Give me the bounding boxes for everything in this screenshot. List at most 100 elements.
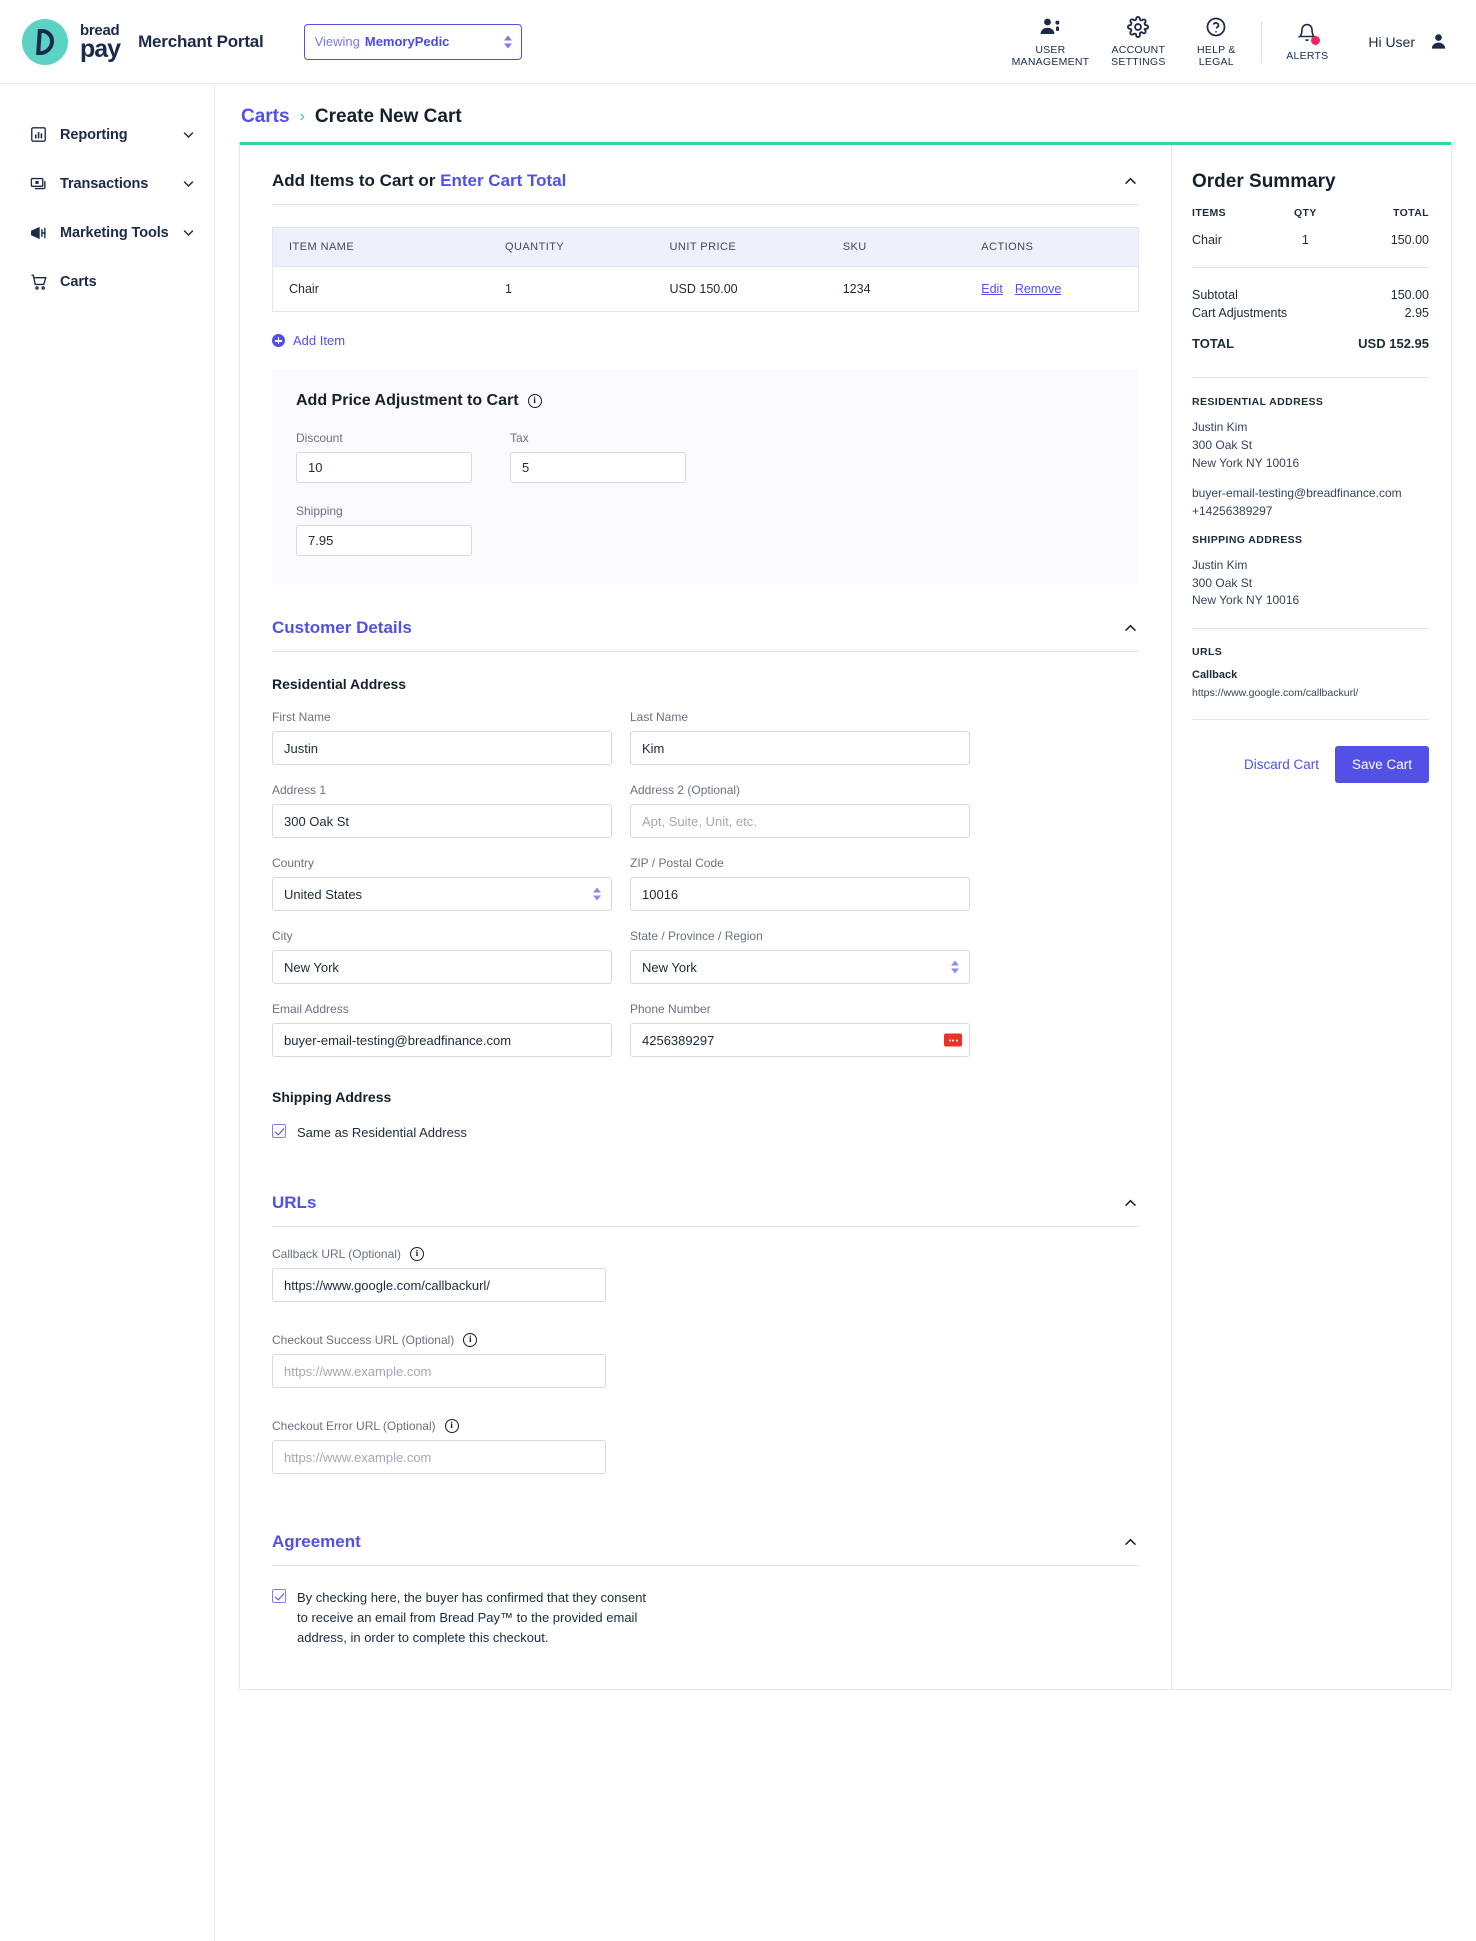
zip-label: ZIP / Postal Code bbox=[630, 856, 724, 870]
collapse-items-caret-icon[interactable] bbox=[1122, 173, 1139, 190]
email-field[interactable] bbox=[272, 1023, 612, 1057]
save-cart-button[interactable]: Save Cart bbox=[1334, 746, 1429, 783]
help-legal-label-line2: LEGAL bbox=[1198, 56, 1234, 68]
last-name-input[interactable] bbox=[630, 731, 970, 765]
urls-title[interactable]: URLs bbox=[272, 1193, 316, 1213]
zip-input[interactable] bbox=[630, 877, 970, 911]
users-icon bbox=[1039, 15, 1062, 39]
tax-input[interactable] bbox=[510, 452, 686, 483]
portal-title: Merchant Portal bbox=[138, 31, 264, 51]
merchant-viewing-select[interactable]: Viewing MemoryPedic bbox=[303, 23, 522, 60]
alerts-button[interactable]: ALERTS bbox=[1268, 21, 1346, 62]
info-icon[interactable]: i bbox=[444, 1419, 459, 1434]
state-select-wrapper[interactable] bbox=[630, 950, 970, 984]
summary-item-total: 150.00 bbox=[1390, 233, 1429, 247]
tax-field-group: Tax bbox=[510, 431, 686, 483]
avatar-person-icon bbox=[1429, 32, 1448, 51]
customer-details-section: Customer Details Residential Address Fir… bbox=[272, 618, 1139, 1143]
create-cart-card: Add Items to Cart or Enter Cart Total IT… bbox=[239, 142, 1452, 1690]
breadcrumb-carts-link[interactable]: Carts bbox=[241, 106, 290, 128]
account-settings-button[interactable]: ACCOUNT SETTINGS bbox=[1099, 15, 1177, 69]
user-management-label-line2: MANAGEMENT bbox=[1011, 56, 1090, 68]
summary-col-items: ITEMS bbox=[1192, 207, 1227, 219]
address2-input[interactable] bbox=[630, 804, 970, 838]
breadcrumb-separator-icon: › bbox=[299, 108, 305, 125]
discount-input[interactable] bbox=[296, 452, 472, 483]
summary-residential-phone: +14256389297 bbox=[1192, 504, 1273, 518]
bread-pay-logo-icon bbox=[22, 18, 68, 65]
phone-field[interactable] bbox=[630, 1023, 970, 1057]
country-select-wrapper[interactable] bbox=[272, 877, 612, 911]
country-field-group: Country bbox=[272, 856, 612, 911]
city-field-group: City bbox=[272, 929, 612, 984]
chart-bar-icon bbox=[30, 126, 60, 143]
summary-urls-label: URLS bbox=[1192, 646, 1223, 658]
shipping-field-group: Shipping bbox=[296, 504, 472, 556]
agreement-title[interactable]: Agreement bbox=[272, 1532, 361, 1552]
adjustment-row-1: Discount Tax bbox=[296, 431, 1115, 483]
customer-details-section-header: Customer Details bbox=[272, 618, 1139, 652]
sidebar-label-reporting: Reporting bbox=[60, 126, 128, 143]
summary-header-row: ITEMS QTY TOTAL bbox=[1192, 207, 1429, 230]
breadcrumb: Carts › Create New Cart bbox=[239, 106, 1452, 128]
chevron-down-icon[interactable] bbox=[181, 225, 196, 240]
discard-cart-button[interactable]: Discard Cart bbox=[1244, 757, 1319, 772]
last-name-field-group: Last Name bbox=[630, 710, 970, 765]
remove-item-link[interactable]: Remove bbox=[1015, 282, 1062, 296]
checkout-success-url-input[interactable] bbox=[272, 1354, 606, 1389]
edit-item-link[interactable]: Edit bbox=[981, 282, 1003, 296]
checkout-error-url-input[interactable] bbox=[272, 1440, 606, 1475]
info-icon[interactable]: i bbox=[527, 394, 542, 408]
address1-input[interactable] bbox=[272, 804, 612, 838]
phone-label: Phone Number bbox=[630, 1002, 711, 1016]
sidebar-item-carts[interactable]: Carts bbox=[0, 257, 214, 306]
user-menu[interactable]: Hi User bbox=[1368, 32, 1452, 51]
user-management-button[interactable]: USER MANAGEMENT bbox=[1002, 15, 1100, 69]
shipping-input[interactable] bbox=[296, 525, 472, 556]
country-flag-icon[interactable] bbox=[944, 1033, 962, 1047]
cart-items-table-head: ITEM NAME QUANTITY UNIT PRICE SKU ACTION… bbox=[272, 227, 1139, 267]
help-legal-button[interactable]: HELP & LEGAL bbox=[1177, 15, 1255, 69]
collapse-agreement-caret-icon[interactable] bbox=[1122, 1534, 1139, 1551]
agreement-section-header: Agreement bbox=[272, 1532, 1139, 1567]
agreement-checkbox[interactable] bbox=[272, 1589, 286, 1604]
same-as-residential-row[interactable]: Same as Residential Address bbox=[272, 1123, 1139, 1143]
chevron-down-icon[interactable] bbox=[181, 176, 196, 191]
order-summary-actions: Discard Cart Save Cart bbox=[1192, 746, 1429, 783]
info-icon[interactable]: i bbox=[463, 1333, 478, 1348]
sidebar-item-reporting[interactable]: Reporting bbox=[0, 110, 214, 159]
summary-subtotal-row: Subtotal 150.00 bbox=[1192, 286, 1429, 304]
checkout-error-url-field-group: Checkout Error URL (Optional) i bbox=[272, 1419, 606, 1475]
same-as-residential-checkbox[interactable] bbox=[272, 1124, 286, 1138]
state-select[interactable] bbox=[630, 950, 970, 984]
enter-cart-total-link[interactable]: Enter Cart Total bbox=[440, 171, 566, 190]
callback-url-input[interactable] bbox=[272, 1268, 606, 1303]
country-select[interactable] bbox=[272, 877, 612, 911]
info-icon[interactable]: i bbox=[409, 1247, 424, 1262]
cell-item-name: Chair bbox=[272, 266, 489, 312]
chevron-down-icon[interactable] bbox=[181, 127, 196, 142]
city-input[interactable] bbox=[272, 950, 612, 984]
brand-logo-group[interactable]: bread pay Merchant Portal bbox=[22, 18, 264, 65]
collapse-customer-details-caret-icon[interactable] bbox=[1122, 620, 1139, 637]
summary-divider-3 bbox=[1192, 628, 1429, 629]
page-title: Create New Cart bbox=[314, 106, 462, 127]
sidebar-item-transactions[interactable]: Transactions bbox=[0, 159, 214, 208]
summary-callback-value: https://www.google.com/callbackurl/ bbox=[1192, 687, 1359, 699]
viewing-value: MemoryPedic bbox=[364, 34, 450, 49]
add-item-button[interactable]: Add Item bbox=[272, 333, 1139, 348]
first-name-input[interactable] bbox=[272, 731, 612, 765]
viewing-label: Viewing bbox=[314, 34, 360, 49]
agreement-consent-row[interactable]: By checking here, the buyer has confirme… bbox=[272, 1588, 652, 1648]
customer-details-title[interactable]: Customer Details bbox=[272, 618, 412, 638]
collapse-urls-caret-icon[interactable] bbox=[1122, 1195, 1139, 1212]
user-management-label-line1: USER bbox=[1035, 43, 1066, 56]
sidebar-item-marketing-tools[interactable]: Marketing Tools bbox=[0, 208, 214, 257]
address1-field-group: Address 1 bbox=[272, 783, 612, 838]
shipping-label: Shipping bbox=[296, 504, 343, 518]
order-summary-table: ITEMS QTY TOTAL Chair 1 150.00 bbox=[1192, 207, 1429, 250]
checkout-success-url-field-group: Checkout Success URL (Optional) i bbox=[272, 1333, 606, 1389]
urls-section-header: URLs bbox=[272, 1193, 1139, 1228]
summary-subtotal-value: 150.00 bbox=[1390, 288, 1429, 302]
tax-label: Tax bbox=[510, 431, 529, 445]
